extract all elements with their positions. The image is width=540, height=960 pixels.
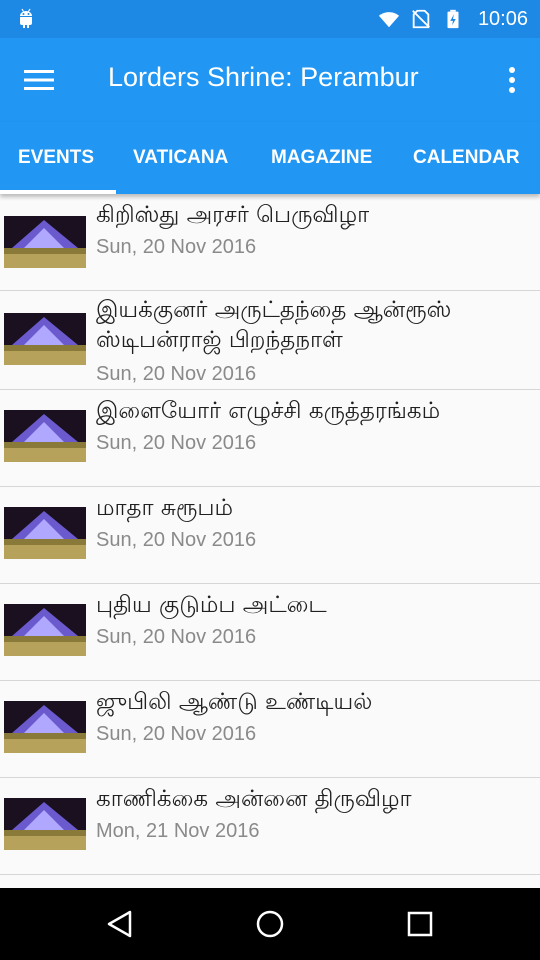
navigation-bar [0, 888, 540, 960]
event-thumbnail [4, 216, 86, 268]
list-item[interactable]: இளையோர் எழுச்சி கருத்தரங்கம் Sun, 20 Nov… [0, 390, 540, 487]
event-thumbnail [4, 507, 86, 559]
tab-bar: EVENTS VATICANA MAGAZINE CALENDAR [0, 122, 540, 194]
event-thumbnail [4, 410, 86, 462]
event-thumbnail [4, 313, 86, 365]
android-icon [20, 8, 32, 28]
app-title: Lorders Shrine: Perambur [108, 62, 419, 92]
list-item[interactable]: இயக்குனர் அருட்தந்தை ஆன்ரூஸ் ஸ்டிபன்ராஜ்… [0, 291, 540, 390]
tab-calendar[interactable]: CALENDAR [413, 122, 520, 194]
event-title: கிறிஸ்து அரசர் பெருவிழா [96, 202, 370, 228]
event-date: Mon, 21 Nov 2016 [96, 820, 260, 842]
list-item[interactable]: காணிக்கை அன்னை திருவிழா Mon, 21 Nov 2016 [0, 778, 540, 875]
wifi-icon [378, 12, 400, 28]
recents-icon[interactable] [402, 906, 438, 942]
back-icon[interactable] [102, 906, 138, 942]
event-thumbnail [4, 701, 86, 753]
list-item[interactable]: புதிய குடும்ப அட்டை Sun, 20 Nov 2016 [0, 584, 540, 681]
app-bar: Lorders Shrine: Perambur [0, 38, 540, 122]
no-sim-icon [412, 9, 430, 29]
event-title: இளையோர் எழுச்சி கருத்தரங்கம் [96, 398, 441, 424]
event-title: இயக்குனர் அருட்தந்தை ஆன்ரூஸ் ஸ்டிபன்ராஜ்… [96, 297, 452, 353]
event-title: காணிக்கை அன்னை திருவிழா [96, 786, 412, 812]
tab-events[interactable]: EVENTS [18, 122, 94, 194]
tab-vaticana[interactable]: VATICANA [133, 122, 228, 194]
event-list: கிறிஸ்து அரசர் பெருவிழா Sun, 20 Nov 2016… [0, 194, 540, 888]
list-item[interactable]: கிறிஸ்து அரசர் பெருவிழா Sun, 20 Nov 2016 [0, 194, 540, 291]
event-date: Sun, 20 Nov 2016 [96, 626, 257, 648]
battery-charging-icon [447, 9, 459, 29]
hamburger-menu-icon[interactable] [22, 64, 56, 96]
list-item[interactable]: ஜுபிலி ஆண்டு உண்டியல் Sun, 20 Nov 2016 [0, 681, 540, 778]
tab-magazine[interactable]: MAGAZINE [271, 122, 372, 194]
status-bar: 10:06 [0, 0, 540, 38]
list-item[interactable]: மாதா சுரூபம் Sun, 20 Nov 2016 [0, 487, 540, 584]
event-date: Sun, 20 Nov 2016 [96, 363, 257, 385]
more-vert-icon[interactable] [502, 64, 522, 96]
event-date: Sun, 20 Nov 2016 [96, 432, 257, 454]
event-date: Sun, 20 Nov 2016 [96, 723, 257, 745]
clock: 10:06 [477, 7, 528, 30]
event-thumbnail [4, 604, 86, 656]
event-title: மாதா சுரூபம் [96, 495, 234, 521]
tab-indicator [0, 190, 116, 194]
event-title: புதிய குடும்ப அட்டை [96, 592, 327, 618]
event-title: ஜுபிலி ஆண்டு உண்டியல் [96, 689, 373, 715]
event-date: Sun, 20 Nov 2016 [96, 236, 257, 258]
event-thumbnail [4, 798, 86, 850]
event-date: Sun, 20 Nov 2016 [96, 529, 257, 551]
home-icon[interactable] [252, 906, 288, 942]
